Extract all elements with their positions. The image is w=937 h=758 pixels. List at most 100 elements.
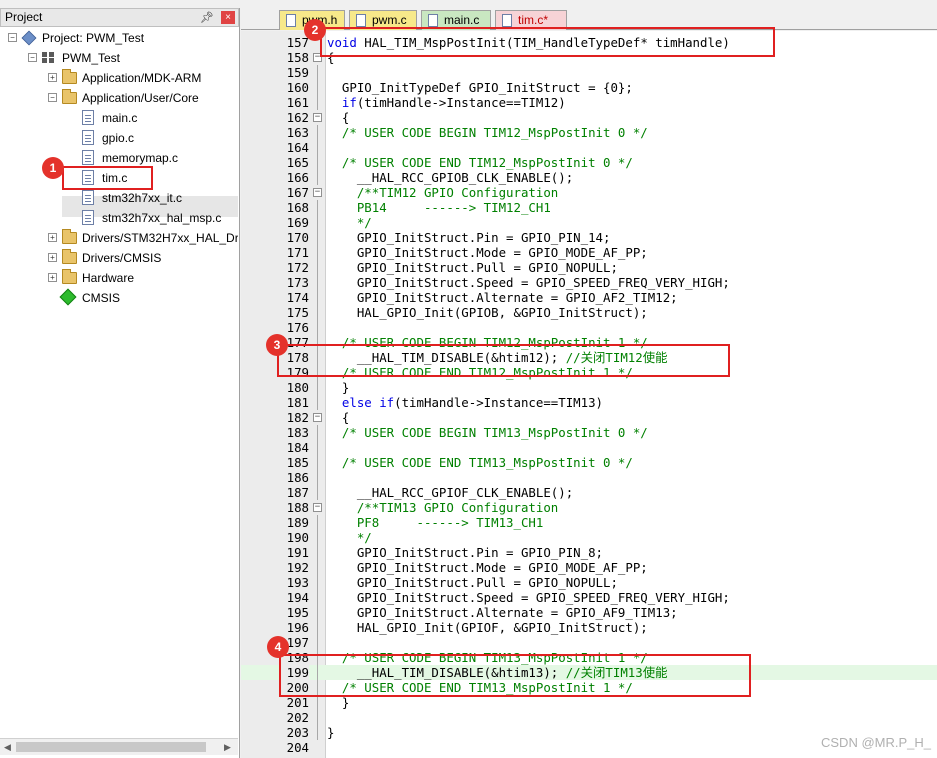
code-line[interactable]: 174 GPIO_InitStruct.Alternate = GPIO_AF2… (241, 290, 937, 305)
code-line[interactable]: 160 GPIO_InitTypeDef GPIO_InitStruct = {… (241, 80, 937, 95)
collapse-icon[interactable]: − (48, 93, 57, 102)
scroll-right-icon[interactable]: ▶ (224, 742, 231, 753)
code-line[interactable]: 169 */ (241, 215, 937, 230)
code-line[interactable]: 191 GPIO_InitStruct.Pin = GPIO_PIN_8; (241, 545, 937, 560)
tab-label: pwm.c (372, 13, 407, 27)
code-line[interactable]: 188− /**TIM13 GPIO Configuration (241, 500, 937, 515)
code-line[interactable]: 165 /* USER CODE END TIM12_MspPostInit 0… (241, 155, 937, 170)
fold-collapse-icon[interactable]: − (313, 503, 322, 512)
scrollbar-thumb[interactable] (16, 742, 206, 752)
code-text: } (327, 380, 349, 395)
tree-item[interactable]: + Drivers/CMSIS (0, 248, 238, 268)
code-comment: /* USER CODE END TIM13_MspPostInit 0 */ (327, 455, 633, 470)
fold-collapse-icon[interactable]: − (313, 188, 322, 197)
fold-guide-line (317, 80, 318, 95)
tree-item[interactable]: + Hardware (0, 268, 238, 288)
line-number: 201 (286, 695, 309, 710)
code-editor[interactable]: 157 void HAL_TIM_MspPostInit(TIM_HandleTy… (241, 31, 937, 758)
code-line[interactable]: 181 else if(timHandle->Instance==TIM13) (241, 395, 937, 410)
code-line[interactable]: 192 GPIO_InitStruct.Mode = GPIO_MODE_AF_… (241, 560, 937, 575)
code-line[interactable]: 186 (241, 470, 937, 485)
fold-guide-line (317, 590, 318, 605)
folder-icon (62, 89, 77, 104)
tree-item[interactable]: − PWM_Test (0, 48, 238, 68)
line-number: 180 (286, 380, 309, 395)
code-line[interactable]: 167− /**TIM12 GPIO Configuration (241, 185, 937, 200)
expand-icon[interactable]: + (48, 73, 57, 82)
expand-icon[interactable]: + (48, 273, 57, 282)
code-line[interactable]: 171 GPIO_InitStruct.Mode = GPIO_MODE_AF_… (241, 245, 937, 260)
tree-horizontal-scrollbar[interactable]: ◀ ▶ (0, 738, 238, 755)
tree-item[interactable]: memorymap.c (0, 148, 238, 168)
code-line[interactable]: 184 (241, 440, 937, 455)
file-icon (356, 14, 366, 27)
code-comment: /**TIM13 GPIO Configuration (327, 500, 559, 515)
file-icon (286, 14, 296, 27)
expand-icon[interactable]: + (48, 233, 57, 242)
collapse-icon[interactable]: − (8, 33, 17, 42)
code-line[interactable]: 176 (241, 320, 937, 335)
code-token: } (327, 725, 335, 740)
code-text: GPIO_InitStruct.Pin = GPIO_PIN_8; (327, 545, 603, 560)
code-line[interactable]: 173 GPIO_InitStruct.Speed = GPIO_SPEED_F… (241, 275, 937, 290)
line-number: 190 (286, 530, 309, 545)
tree-item[interactable]: main.c (0, 108, 238, 128)
cmsis-icon (59, 288, 77, 306)
tree-item-label: main.c (102, 111, 138, 125)
tree-item[interactable]: stm32h7xx_hal_msp.c (0, 208, 238, 228)
code-line[interactable]: 197 (241, 635, 937, 650)
tree-item[interactable]: − Project: PWM_Test (0, 28, 238, 48)
scroll-left-icon[interactable]: ◀ (4, 742, 11, 753)
fold-guide-line (317, 245, 318, 260)
code-line[interactable]: 170 GPIO_InitStruct.Pin = GPIO_PIN_14; (241, 230, 937, 245)
code-line[interactable]: 166 __HAL_RCC_GPIOB_CLK_ENABLE(); (241, 170, 937, 185)
code-line[interactable]: 183 /* USER CODE BEGIN TIM13_MspPostInit… (241, 425, 937, 440)
tree-item[interactable]: CMSIS (0, 288, 238, 308)
tree-item[interactable]: gpio.c (0, 128, 238, 148)
code-line[interactable]: 162− { (241, 110, 937, 125)
code-line[interactable]: 159 (241, 65, 937, 80)
tree-item[interactable]: + Application/MDK-ARM (0, 68, 238, 88)
code-line[interactable]: 187 __HAL_RCC_GPIOF_CLK_ENABLE(); (241, 485, 937, 500)
line-number: 167 (286, 185, 309, 200)
code-line[interactable]: 168 PB14 ------> TIM12_CH1 (241, 200, 937, 215)
code-line[interactable]: 161 if(timHandle->Instance==TIM12) (241, 95, 937, 110)
fold-collapse-icon[interactable]: − (313, 113, 322, 122)
code-line[interactable]: 175 HAL_GPIO_Init(GPIOB, &GPIO_InitStruc… (241, 305, 937, 320)
code-line[interactable]: 164 (241, 140, 937, 155)
code-line[interactable]: 185 /* USER CODE END TIM13_MspPostInit 0… (241, 455, 937, 470)
code-line[interactable]: 196 HAL_GPIO_Init(GPIOF, &GPIO_InitStruc… (241, 620, 937, 635)
fold-guide-line (317, 470, 318, 485)
code-line[interactable]: 194 GPIO_InitStruct.Speed = GPIO_SPEED_F… (241, 590, 937, 605)
line-number: 163 (286, 125, 309, 140)
collapse-icon[interactable]: − (28, 53, 37, 62)
tree-item[interactable]: + Drivers/STM32H7xx_HAL_Dri (0, 228, 238, 248)
expand-icon[interactable]: + (48, 253, 57, 262)
target-icon (42, 52, 56, 64)
code-keyword: if (341, 95, 357, 110)
code-line[interactable]: 189 PF8 ------> TIM13_CH1 (241, 515, 937, 530)
fold-guide-line (317, 290, 318, 305)
code-line[interactable]: 202 (241, 710, 937, 725)
fold-collapse-icon[interactable]: − (313, 413, 322, 422)
line-number: 165 (286, 155, 309, 170)
fold-guide-line (317, 380, 318, 395)
code-line[interactable]: 182− { (241, 410, 937, 425)
code-line[interactable]: 190 */ (241, 530, 937, 545)
code-text: GPIO_InitStruct.Speed = GPIO_SPEED_FREQ_… (327, 275, 730, 290)
tree-item[interactable]: stm32h7xx_it.c (0, 188, 238, 208)
code-line[interactable]: 180 } (241, 380, 937, 395)
code-line[interactable]: 193 GPIO_InitStruct.Pull = GPIO_NOPULL; (241, 575, 937, 590)
line-number: 172 (286, 260, 309, 275)
pin-icon[interactable]: 📌︎ (200, 10, 214, 27)
close-icon[interactable]: × (221, 11, 235, 24)
fold-guide-line (317, 200, 318, 215)
code-line[interactable]: 172 GPIO_InitStruct.Pull = GPIO_NOPULL; (241, 260, 937, 275)
fold-guide-line (317, 560, 318, 575)
code-line[interactable]: 195 GPIO_InitStruct.Alternate = GPIO_AF9… (241, 605, 937, 620)
tree-item[interactable]: − Application/User/Core (0, 88, 238, 108)
file-icon (82, 110, 94, 125)
code-line[interactable]: 163 /* USER CODE BEGIN TIM12_MspPostInit… (241, 125, 937, 140)
code-line[interactable]: 201 } (241, 695, 937, 710)
code-text: { (327, 410, 349, 425)
